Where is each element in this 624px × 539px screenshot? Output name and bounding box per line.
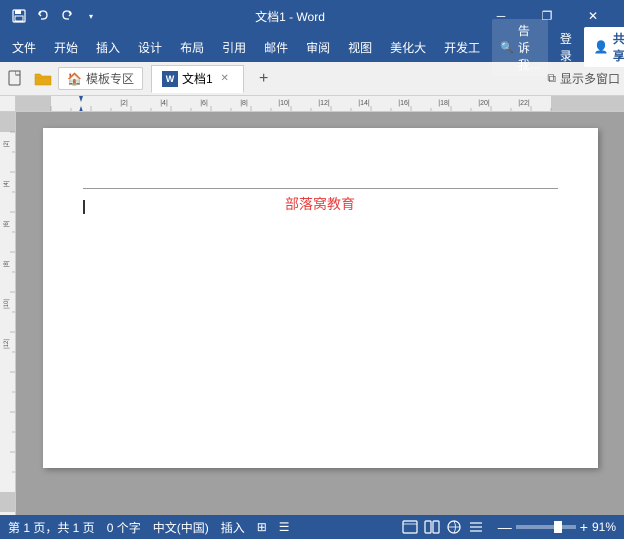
template-zone-tab[interactable]: 🏠 模板专区: [58, 67, 143, 90]
language: 中文(中国): [153, 519, 209, 536]
redo-button[interactable]: [56, 5, 78, 27]
vertical-ruler-wrap: |2| |4| |6| |8| |10| |12|: [0, 112, 16, 515]
folder-button[interactable]: [32, 68, 54, 90]
display-window-button[interactable]: ⧉ 显示多窗口: [547, 70, 620, 87]
undo-button[interactable]: [32, 5, 54, 27]
window-title: 文档1 - Word: [102, 8, 478, 25]
menu-mailing[interactable]: 邮件: [256, 35, 296, 60]
svg-text:|14|: |14|: [358, 100, 370, 107]
menu-view[interactable]: 视图: [340, 35, 380, 60]
svg-text:|8|: |8|: [4, 260, 10, 267]
svg-text:|6|: |6|: [4, 220, 10, 227]
home-icon: 🏠: [67, 72, 82, 86]
zoom-control: — + 91%: [498, 519, 616, 535]
share-person-icon: 👤: [594, 40, 609, 54]
svg-text:|10|: |10|: [4, 299, 10, 309]
zoom-slider[interactable]: [516, 525, 576, 529]
svg-text:|2|: |2|: [120, 100, 128, 107]
menu-beautify[interactable]: 美化大: [382, 35, 434, 60]
print-layout-button[interactable]: [400, 519, 420, 535]
search-icon: 🔍: [500, 41, 514, 54]
svg-text:|4|: |4|: [4, 180, 10, 187]
svg-text:|6|: |6|: [200, 100, 208, 107]
svg-text:|8|: |8|: [240, 100, 248, 107]
input-mode: 插入: [221, 519, 245, 536]
menu-references[interactable]: 引用: [214, 35, 254, 60]
menu-home[interactable]: 开始: [46, 35, 86, 60]
ruler-corner: [0, 96, 16, 112]
menu-insert[interactable]: 插入: [88, 35, 128, 60]
document-page[interactable]: 部落窝教育: [43, 128, 598, 468]
tell-me-label: 告诉我...: [518, 22, 540, 73]
svg-text:|4|: |4|: [160, 100, 168, 107]
outline-view-button[interactable]: [466, 519, 486, 535]
display-window-icon: ⧉: [547, 71, 556, 86]
ruler-container: |2| |4| |6| |8| |10| |12| |14| |16| |18|…: [0, 96, 624, 112]
review-icon: ☰: [279, 520, 290, 534]
view-buttons: [400, 519, 486, 535]
template-zone-label: 模板专区: [86, 70, 134, 87]
zoom-out-button[interactable]: —: [498, 519, 512, 535]
main-area: |2| |4| |6| |8| |10| |12| 部落窝教育: [0, 112, 624, 515]
svg-text:|22|: |22|: [518, 100, 530, 107]
tab-bar-left: 🏠 模板专区 W 文档1 ✕ +: [4, 65, 276, 93]
svg-text:|2|: |2|: [4, 140, 10, 147]
menu-layout[interactable]: 布局: [172, 35, 212, 60]
zoom-level: 91%: [592, 520, 616, 534]
document-scroll-area[interactable]: 部落窝教育: [16, 112, 624, 515]
menu-review[interactable]: 审阅: [298, 35, 338, 60]
login-button[interactable]: 登录: [552, 27, 580, 67]
menu-design[interactable]: 设计: [130, 35, 170, 60]
menu-developer[interactable]: 开发工: [436, 35, 488, 60]
tell-me-input[interactable]: 🔍 告诉我...: [492, 19, 548, 76]
reading-view-button[interactable]: [422, 519, 442, 535]
horizontal-ruler: |2| |4| |6| |8| |10| |12| |14| |16| |18|…: [16, 96, 624, 112]
menu-bar: 文件 开始 插入 设计 布局 引用 邮件 审阅 视图 美化大 开发工 🔍 告诉我…: [0, 32, 624, 62]
new-document-button[interactable]: [4, 67, 28, 91]
svg-text:|16|: |16|: [398, 100, 410, 107]
qat-dropdown-button[interactable]: ▾: [80, 5, 102, 27]
document-page-container: 部落窝教育: [16, 112, 624, 484]
display-window-label: 显示多窗口: [560, 70, 620, 87]
document-text: 部落窝教育: [285, 196, 355, 212]
close-doc1-tab-button[interactable]: ✕: [217, 71, 233, 87]
page-info: 第 1 页，共 1 页: [8, 519, 95, 536]
word-doc-icon: W: [162, 71, 178, 87]
svg-text:|12|: |12|: [318, 100, 330, 107]
menu-file[interactable]: 文件: [4, 35, 44, 60]
web-view-button[interactable]: [444, 519, 464, 535]
zoom-slider-thumb: [554, 521, 562, 533]
share-label: 共享: [613, 30, 624, 64]
share-button[interactable]: 👤 共享: [584, 27, 624, 67]
doc1-tab[interactable]: W 文档1 ✕: [151, 65, 244, 93]
format-icon: ⊞: [257, 520, 267, 534]
doc1-tab-label: 文档1: [182, 70, 213, 87]
status-bar: 第 1 页，共 1 页 0 个字 中文(中国) 插入 ⊞ ☰ — + 91%: [0, 515, 624, 539]
svg-text:|20|: |20|: [478, 100, 490, 107]
quick-access-toolbar: ▾: [8, 5, 102, 27]
svg-text:|10|: |10|: [278, 100, 290, 107]
save-button[interactable]: [8, 5, 30, 27]
svg-text:|18|: |18|: [438, 100, 450, 107]
char-count: 0 个字: [107, 519, 141, 536]
add-tab-button[interactable]: +: [252, 67, 276, 91]
svg-text:|12|: |12|: [4, 339, 10, 349]
zoom-in-button[interactable]: +: [580, 519, 588, 535]
